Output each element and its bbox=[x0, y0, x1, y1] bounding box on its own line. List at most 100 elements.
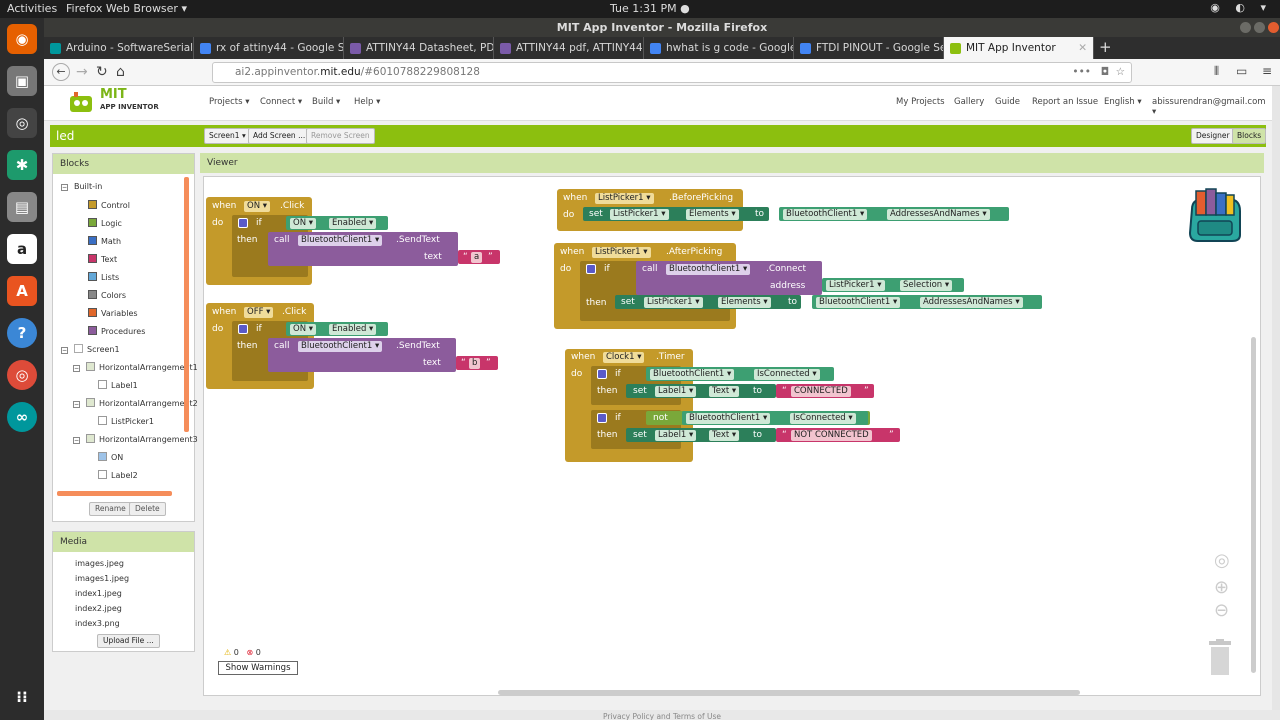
tree-horizontal-scrollbar[interactable] bbox=[57, 491, 172, 496]
elements-dropdown[interactable]: Elements ▾ bbox=[718, 297, 771, 308]
on-dropdown[interactable]: ON ▾ bbox=[290, 218, 317, 229]
tree-harrangement1[interactable]: − HorizontalArrangement1 bbox=[73, 362, 198, 372]
tab-ftdi[interactable]: FTDI PINOUT - Google Se✕ bbox=[794, 37, 944, 59]
files-icon[interactable]: ▤ bbox=[7, 192, 37, 222]
blocks-workspace[interactable]: when ON ▾ .Click do if ON ▾ Enabled ▾ th… bbox=[203, 176, 1261, 696]
zoom-out-icon[interactable]: ⊖ bbox=[1214, 600, 1229, 621]
maximize-icon[interactable] bbox=[1254, 22, 1265, 33]
tree-harrangement3[interactable]: − HorizontalArrangement3 bbox=[73, 434, 198, 444]
tab-app-inventor[interactable]: MIT App Inventor ✕ bbox=[944, 37, 1094, 59]
add-screen-button[interactable]: Add Screen ... bbox=[248, 128, 311, 144]
mutator-gear-icon[interactable] bbox=[238, 324, 248, 334]
menu-projects[interactable]: Projects ▾ bbox=[209, 97, 249, 107]
enabled-dropdown[interactable]: Enabled ▾ bbox=[329, 324, 377, 335]
elements-dropdown[interactable]: Elements ▾ bbox=[686, 209, 739, 220]
string-a-value[interactable]: a bbox=[471, 252, 483, 263]
atom-icon[interactable]: ✱ bbox=[7, 150, 37, 180]
delete-button[interactable]: Delete bbox=[129, 502, 166, 516]
language-menu[interactable]: English ▾ bbox=[1104, 97, 1142, 107]
tree-item-math[interactable]: Math bbox=[88, 236, 121, 246]
text-prop-dropdown[interactable]: Text ▾ bbox=[709, 386, 740, 397]
mutator-gear-icon[interactable] bbox=[597, 413, 607, 423]
media-file[interactable]: images1.jpeg bbox=[75, 574, 129, 583]
enabled-dropdown[interactable]: Enabled ▾ bbox=[329, 218, 377, 229]
back-icon[interactable]: ← bbox=[52, 63, 70, 81]
collapse-icon[interactable]: − bbox=[61, 184, 68, 191]
pocket-icon[interactable]: ◘ bbox=[1101, 63, 1109, 82]
bt-dropdown[interactable]: BluetoothClient1 ▾ bbox=[650, 369, 735, 380]
footer-link[interactable]: Privacy Policy and Terms of Use bbox=[44, 710, 1280, 720]
tree-label2[interactable]: Label2 bbox=[98, 470, 138, 480]
listpicker-dropdown[interactable]: ListPicker1 ▾ bbox=[592, 247, 651, 258]
mutator-gear-icon[interactable] bbox=[586, 264, 596, 274]
tree-item-procedures[interactable]: Procedures bbox=[88, 326, 145, 336]
bt-dropdown[interactable]: BluetoothClient1 ▾ bbox=[298, 341, 383, 352]
collapse-icon[interactable]: − bbox=[73, 365, 80, 372]
tab-attiny-pdf[interactable]: ATTINY44 pdf, ATTINY44✕ bbox=[494, 37, 644, 59]
tree-listpicker1[interactable]: ListPicker1 bbox=[98, 416, 154, 426]
center-workspace-icon[interactable]: ◎ bbox=[1214, 550, 1230, 571]
text-prop-dropdown[interactable]: Text ▾ bbox=[709, 430, 740, 441]
close-window-icon[interactable] bbox=[1268, 22, 1279, 33]
account-menu[interactable]: abissurendran@gmail.com ▾ bbox=[1152, 97, 1272, 117]
rename-button[interactable]: Rename bbox=[89, 502, 132, 516]
rhythmbox-icon[interactable]: ◎ bbox=[7, 108, 37, 138]
tab-arduino[interactable]: Arduino - SoftwareSerial✕ bbox=[44, 37, 194, 59]
workspace-hscrollbar[interactable] bbox=[498, 690, 1080, 695]
tree-item-colors[interactable]: Colors bbox=[88, 290, 126, 300]
is-connected-dropdown[interactable]: IsConnected ▾ bbox=[754, 369, 820, 380]
bt-dropdown[interactable]: BluetoothClient1 ▾ bbox=[298, 235, 383, 246]
tree-item-variables[interactable]: Variables bbox=[88, 308, 138, 318]
page-actions-icon[interactable]: ••• bbox=[1072, 63, 1091, 82]
tree-item-logic[interactable]: Logic bbox=[88, 218, 122, 228]
mutator-gear-icon[interactable] bbox=[238, 218, 248, 228]
label1-dropdown[interactable]: Label1 ▾ bbox=[655, 386, 697, 397]
tree-item-control[interactable]: Control bbox=[88, 200, 130, 210]
library-icon[interactable]: ⫴ bbox=[1214, 64, 1219, 79]
bt-dropdown[interactable]: BluetoothClient1 ▾ bbox=[666, 264, 751, 275]
selection-dropdown[interactable]: Selection ▾ bbox=[900, 280, 953, 291]
link-report-issue[interactable]: Report an Issue bbox=[1032, 97, 1098, 107]
string-not-connected-value[interactable]: NOT CONNECTED bbox=[791, 430, 872, 441]
remove-screen-button[interactable]: Remove Screen bbox=[306, 128, 375, 144]
collapse-icon[interactable]: − bbox=[61, 347, 68, 354]
tree-item-text[interactable]: Text bbox=[88, 254, 117, 264]
menu-build[interactable]: Build ▾ bbox=[312, 97, 340, 107]
close-tab-icon[interactable]: ✕ bbox=[1078, 42, 1087, 54]
show-apps-icon[interactable]: ⁝⁝ bbox=[7, 682, 37, 712]
system-tray-icons[interactable]: ◉ ◐ ▾ bbox=[1210, 1, 1272, 14]
url-bar[interactable]: ai2.appinventor.mit.edu/#601078822980812… bbox=[212, 62, 1132, 83]
minimize-icon[interactable] bbox=[1240, 22, 1251, 33]
string-b-value[interactable]: b bbox=[469, 358, 481, 369]
string-connected-value[interactable]: CONNECTED bbox=[791, 386, 851, 397]
tab-google-rx[interactable]: rx of attiny44 - Google Se✕ bbox=[194, 37, 344, 59]
show-warnings-button[interactable]: Show Warnings bbox=[218, 661, 298, 675]
arduino-icon[interactable]: ∞ bbox=[7, 402, 37, 432]
tree-harrangement2[interactable]: − HorizontalArrangement2 bbox=[73, 398, 198, 408]
camera-icon[interactable]: ▣ bbox=[7, 66, 37, 96]
designer-button[interactable]: Designer bbox=[1191, 128, 1235, 144]
clock-dropdown[interactable]: Clock1 ▾ bbox=[603, 352, 645, 363]
chrome-icon[interactable]: ◎ bbox=[7, 360, 37, 390]
media-file[interactable]: index1.jpeg bbox=[75, 589, 122, 598]
bt-dropdown[interactable]: BluetoothClient1 ▾ bbox=[816, 297, 901, 308]
bookmark-star-icon[interactable]: ☆ bbox=[1116, 63, 1125, 82]
workspace-vscrollbar[interactable] bbox=[1251, 337, 1256, 673]
is-connected-dropdown[interactable]: IsConnected ▾ bbox=[790, 413, 856, 424]
amazon-icon[interactable]: a bbox=[7, 234, 37, 264]
trash-icon[interactable] bbox=[1207, 639, 1233, 675]
new-tab-icon[interactable]: + bbox=[1099, 38, 1112, 56]
reload-icon[interactable]: ↻ bbox=[96, 64, 108, 80]
media-file[interactable]: index2.jpeg bbox=[75, 604, 122, 613]
link-my-projects[interactable]: My Projects bbox=[896, 97, 945, 107]
forward-icon[interactable]: → bbox=[76, 64, 88, 80]
listpicker-dropdown[interactable]: ListPicker1 ▾ bbox=[826, 280, 885, 291]
blocks-button[interactable]: Blocks bbox=[1232, 128, 1267, 144]
addresses-dropdown[interactable]: AddressesAndNames ▾ bbox=[887, 209, 990, 220]
collapse-icon[interactable]: − bbox=[73, 437, 80, 444]
tree-builtin[interactable]: − Built-in bbox=[61, 182, 102, 191]
bt-dropdown[interactable]: BluetoothClient1 ▾ bbox=[783, 209, 868, 220]
link-gallery[interactable]: Gallery bbox=[954, 97, 984, 107]
label1-dropdown[interactable]: Label1 ▾ bbox=[655, 430, 697, 441]
menu-connect[interactable]: Connect ▾ bbox=[260, 97, 302, 107]
